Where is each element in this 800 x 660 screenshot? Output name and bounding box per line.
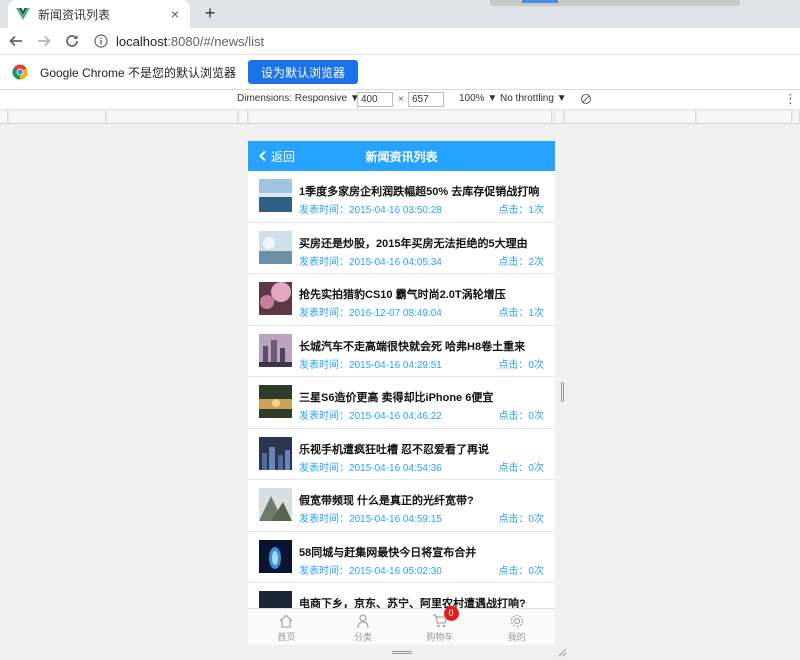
new-tab-button[interactable]: + bbox=[200, 4, 220, 24]
cart-count-badge: 0 bbox=[443, 606, 459, 621]
city-thumbnail bbox=[259, 333, 292, 367]
browser-tab[interactable]: 新闻资讯列表 × bbox=[8, 0, 190, 28]
news-clicks: 点击：0次 bbox=[498, 565, 544, 577]
news-time: 发表时间：2015-04-16 05:02:30 bbox=[299, 565, 442, 577]
home-icon bbox=[280, 614, 293, 628]
news-title: 长城汽车不走高端很快就会死 哈弗H8卷土重来 bbox=[299, 340, 526, 353]
back-link[interactable]: 返回 bbox=[258, 141, 295, 171]
news-clicks: 点击：0次 bbox=[498, 514, 544, 525]
url-text: localhost:8080/#/news/list bbox=[116, 34, 264, 49]
news-title: 1季度多家房企利润跌幅超50% 去库存促销战打响 bbox=[299, 186, 540, 198]
sky-thumbnail bbox=[259, 230, 292, 264]
chevron-left-icon bbox=[259, 150, 266, 162]
mobile-page: 返回 新闻资讯列表 1季度多家房企利润跌幅超50% 去库存促销战打响 发表时间：… bbox=[248, 141, 555, 645]
tab-mine[interactable]: 我的 bbox=[478, 609, 555, 645]
lake-thumbnail bbox=[259, 385, 292, 418]
width-resize-handle[interactable] bbox=[561, 382, 565, 402]
news-clicks: 点击：1次 bbox=[498, 308, 544, 319]
window-overlay bbox=[490, 0, 740, 6]
device-toolbar: Dimensions: Responsive ▼ × 100% ▼ No thr… bbox=[0, 90, 800, 110]
news-clicks: 点击：0次 bbox=[498, 411, 544, 422]
news-item[interactable]: 58同城与赶集网最快今日将宣布合并 发表时间：2015-04-16 05:02:… bbox=[248, 532, 555, 583]
glow-thumbnail bbox=[259, 539, 292, 573]
browser-toolbar: localhost:8080/#/news/list bbox=[0, 28, 800, 54]
news-time: 发表时间：2015-04-16 04:29:51 bbox=[299, 359, 442, 371]
news-title: 三星S6造价更高 卖得却比iPhone 6便宜 bbox=[299, 392, 494, 404]
tab-mine-label: 我的 bbox=[507, 632, 526, 642]
more-options-icon[interactable]: ⋮ bbox=[784, 92, 797, 106]
arrow-right-icon bbox=[38, 35, 51, 47]
tab-category[interactable]: 分类 bbox=[325, 609, 402, 645]
chrome-logo-icon bbox=[12, 64, 28, 80]
skyline-thumbnail bbox=[259, 436, 292, 470]
arrow-left-icon bbox=[9, 35, 22, 47]
tab-title: 新闻资讯列表 bbox=[38, 7, 111, 22]
category-icon bbox=[357, 614, 369, 629]
news-time: 发表时间：2015-04-16 03:50:28 bbox=[299, 205, 442, 216]
news-title: 乐视手机遭疯狂吐槽 忍不忍爱看了再说 bbox=[299, 443, 490, 456]
tab-home-label: 首页 bbox=[277, 632, 296, 642]
tab-close-icon[interactable]: × bbox=[168, 6, 182, 22]
news-title: 抢先实拍猎豹CS10 霸气时尚2.0T涡轮增压 bbox=[299, 289, 506, 301]
news-item[interactable]: 长城汽车不走高端很快就会死 哈弗H8卷土重来 发表时间：2015-04-16 0… bbox=[248, 326, 555, 377]
back-button[interactable] bbox=[4, 29, 28, 53]
media-query-ruler bbox=[0, 110, 800, 124]
news-list: 1季度多家房企利润跌幅超50% 去库存促销战打响 发表时间：2015-04-16… bbox=[248, 171, 555, 635]
dimension-separator: × bbox=[398, 94, 404, 105]
tab-cart-label: 购物车 bbox=[426, 632, 454, 642]
viewport-height-input[interactable] bbox=[408, 92, 444, 107]
news-time: 发表时间：2015-04-16 04:59:15 bbox=[299, 514, 442, 525]
news-title: 买房还是炒股，2015年买房无法拒绝的5大理由 bbox=[299, 237, 528, 250]
height-resize-handle[interactable] bbox=[392, 651, 412, 655]
url-path: :8080/#/news/list bbox=[167, 33, 265, 49]
news-item[interactable]: 买房还是炒股，2015年买房无法拒绝的5大理由 发表时间：2015-04-16 … bbox=[248, 223, 555, 274]
blossom-thumbnail bbox=[259, 282, 292, 315]
news-title: 假宽带频现 什么是真正的光纤宽带? bbox=[299, 495, 474, 507]
news-time: 发表时间：2015-04-16 04:05:34 bbox=[299, 256, 442, 268]
news-item[interactable]: 乐视手机遭疯狂吐槽 忍不忍爱看了再说 发表时间：2015-04-16 04:54… bbox=[248, 429, 555, 480]
news-title: 58同城与赶集网最快今日将宣布合并 bbox=[299, 546, 477, 559]
news-clicks: 点击：0次 bbox=[498, 462, 544, 474]
url-host: localhost bbox=[116, 33, 168, 49]
viewport-width-input[interactable] bbox=[357, 92, 393, 107]
sea-thumbnail bbox=[259, 179, 292, 212]
default-browser-infobar: Google Chrome 不是您的默认浏览器 设为默认浏览器 bbox=[0, 54, 800, 90]
zoom-dropdown[interactable]: 100% ▼ bbox=[459, 93, 497, 104]
tab-cart[interactable]: 购物车 0 bbox=[402, 606, 479, 645]
mountain-thumbnail bbox=[259, 488, 292, 521]
dimensions-dropdown[interactable]: Dimensions: Responsive ▼ bbox=[237, 93, 360, 104]
news-clicks: 点击：2次 bbox=[498, 256, 544, 268]
reload-icon bbox=[66, 35, 78, 47]
infobar-message: Google Chrome 不是您的默认浏览器 bbox=[40, 65, 237, 80]
tab-strip: 新闻资讯列表 × + bbox=[0, 0, 800, 28]
info-icon bbox=[94, 34, 108, 48]
throttling-dropdown[interactable]: No throttling ▼ bbox=[500, 93, 567, 104]
news-time: 发表时间：2015-04-16 04:54:36 bbox=[299, 462, 442, 474]
news-item[interactable]: 三星S6造价更高 卖得却比iPhone 6便宜 发表时间：2015-04-16 … bbox=[248, 377, 555, 429]
settings-icon bbox=[510, 614, 523, 628]
tab-home[interactable]: 首页 bbox=[248, 609, 325, 645]
news-clicks: 点击：0次 bbox=[498, 359, 544, 371]
news-item[interactable]: 假宽带频现 什么是真正的光纤宽带? 发表时间：2015-04-16 04:59:… bbox=[248, 480, 555, 532]
reload-button[interactable] bbox=[60, 29, 84, 53]
news-item[interactable]: 1季度多家房企利润跌幅超50% 去库存促销战打响 发表时间：2015-04-16… bbox=[248, 171, 555, 223]
news-clicks: 点击：1次 bbox=[498, 205, 544, 216]
bottom-tab-bar: 首页 分类 购物车 0 我的 bbox=[248, 606, 555, 645]
forward-button[interactable] bbox=[32, 29, 56, 53]
address-bar[interactable]: localhost:8080/#/news/list bbox=[94, 30, 800, 52]
app-header: 返回 新闻资讯列表 bbox=[248, 141, 555, 171]
back-label: 返回 bbox=[271, 149, 296, 164]
tab-category-label: 分类 bbox=[354, 632, 373, 642]
vue-logo-icon bbox=[16, 8, 30, 20]
set-default-browser-button[interactable]: 设为默认浏览器 bbox=[248, 60, 359, 84]
corner-resize-handle[interactable] bbox=[557, 647, 567, 657]
news-time: 发表时间：2015-04-16 04:46:22 bbox=[299, 411, 442, 422]
rotate-icon[interactable] bbox=[580, 93, 592, 105]
news-item[interactable]: 抢先实拍猎豹CS10 霸气时尚2.0T涡轮增压 发表时间：2016-12-07 … bbox=[248, 274, 555, 326]
news-time: 发表时间：2016-12-07 08:49:04 bbox=[299, 308, 442, 319]
